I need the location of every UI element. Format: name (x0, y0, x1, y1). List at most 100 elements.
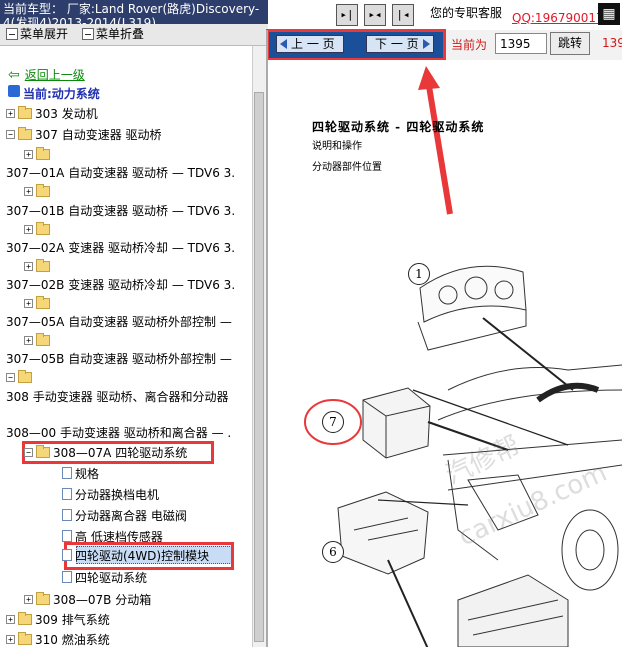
document-icon (62, 509, 72, 521)
tree-node[interactable]: − 307 自动变速器 驱动桥 (6, 125, 162, 143)
tree-node-label: 307—02B 变速器 驱动桥冷却 — TDV6 3. (6, 277, 236, 292)
tree-leaf-selected[interactable]: 四轮驱动(4WD)控制模块 (62, 546, 209, 564)
folder-icon (18, 611, 32, 625)
menu-collapse-label: 菜单折叠 (96, 27, 145, 41)
document-section: 分动器部件位置 (312, 162, 382, 173)
collapse-toggle-icon[interactable]: − (6, 372, 15, 382)
folder-icon (36, 183, 50, 197)
tree-node-label: 310 燃油系统 (35, 632, 110, 647)
tree-node-label: 307—05B 自动变速器 驱动桥外部控制 — (6, 351, 232, 366)
document-title: 四轮驱动系统 - 四轮驱动系统 (312, 120, 485, 134)
tree-node[interactable]: + (24, 331, 50, 349)
tree-node[interactable]: + (24, 220, 50, 238)
support-label: 您的专职客服 (430, 6, 503, 20)
expand-toggle-icon[interactable]: + (6, 634, 15, 644)
expand-toggle-icon[interactable]: + (24, 186, 33, 196)
tree-node[interactable]: + (24, 182, 50, 200)
tree-node-text[interactable]: 307—01A 自动变速器 驱动桥 — TDV6 3. (6, 163, 235, 181)
tree-node-text[interactable]: 307—01B 自动变速器 驱动桥 — TDV6 3. (6, 201, 235, 219)
tree-node-label: 四轮驱动(4WD)控制模块 (75, 548, 210, 563)
tree-node-selected-parent[interactable]: − 308—07A 四轮驱动系统 (24, 443, 187, 461)
current-category-label: 当前:动力系统 (23, 87, 100, 101)
tree-scrollbar-thumb[interactable] (254, 92, 264, 642)
red-arrow-icon (418, 66, 453, 215)
expand-toggle-icon[interactable]: + (24, 224, 33, 234)
tree-leaf[interactable]: 四轮驱动系统 (62, 568, 147, 586)
expand-toggle-icon[interactable]: + (6, 614, 15, 624)
tree-node[interactable]: − (6, 368, 32, 386)
qr-code-icon: ▦ (598, 3, 620, 25)
callout-number: 1 (408, 263, 430, 285)
tree-toolbar: 菜单展开 菜单折叠 (0, 24, 268, 46)
tree-node[interactable]: +303 发动机 (6, 104, 98, 122)
tree-node-text[interactable]: 308—00 手动变速器 驱动桥和离合器 — . (6, 423, 231, 441)
tree-node-label: 分动器离合器 电磁阀 (75, 508, 187, 523)
tree-node-label: 四轮驱动系统 (75, 570, 148, 585)
document-icon (62, 549, 72, 561)
tree-node-label: 308—07A 四轮驱动系统 (53, 445, 188, 460)
tree-node-text[interactable]: 308 手动变速器 驱动桥、离合器和分动器 (6, 387, 229, 405)
tree-node[interactable]: + (24, 257, 50, 275)
tree-node-label: 308—07B 分动箱 (53, 592, 152, 607)
tree-node[interactable]: +308—07B 分动箱 (24, 590, 151, 608)
back-link-label: 返回上一级 (24, 68, 85, 82)
document-icon (62, 571, 72, 583)
back-link[interactable]: ⇦ 返回上一级 (8, 66, 85, 83)
expand-toggle-icon[interactable]: + (24, 594, 33, 604)
folder-open-icon (36, 444, 50, 458)
instrument-cluster-drawing (417, 265, 527, 351)
expand-toggle-icon[interactable]: + (24, 335, 33, 345)
tree-node-text[interactable]: 307—05B 自动变速器 驱动桥外部控制 — (6, 349, 232, 367)
single-page-button[interactable]: ▸| (336, 4, 358, 26)
folder-open-icon (18, 369, 32, 383)
folder-icon (18, 631, 32, 645)
folder-icon (36, 146, 50, 160)
document-icon (62, 530, 72, 542)
callout-number: 6 (322, 541, 344, 563)
tree-leaf[interactable]: 分动器离合器 电磁阀 (62, 506, 187, 524)
tree-node-text[interactable]: 307—02A 变速器 驱动桥冷却 — TDV6 3. (6, 238, 235, 256)
tree-node-label: 307—02A 变速器 驱动桥冷却 — TDV6 3. (6, 240, 236, 255)
collapse-toggle-icon[interactable]: − (6, 129, 15, 139)
current-page-label: 当前为 (451, 38, 488, 52)
page-nav-highlight (266, 29, 446, 61)
tree-node[interactable]: + (24, 145, 50, 163)
expand-toggle-icon[interactable]: + (24, 261, 33, 271)
folder-icon (36, 295, 50, 309)
tree-leaf[interactable]: 分动器换档电机 (62, 485, 159, 503)
tree-node-label: 303 发动机 (35, 106, 98, 121)
qq-link[interactable]: QQ:196790017 (512, 11, 604, 25)
prev-view-button[interactable]: |◂ (392, 4, 414, 26)
callout-number: 7 (322, 411, 344, 433)
tree-node-label: 308—00 手动变速器 驱动桥和离合器 — . (6, 425, 232, 440)
4wd-control-module-drawing (362, 387, 431, 459)
category-icon (8, 85, 20, 97)
current-page-input[interactable] (495, 33, 547, 54)
expand-toggle-icon[interactable]: + (6, 108, 15, 118)
tree-node[interactable]: +309 排气系统 (6, 610, 110, 628)
collapse-toggle-icon[interactable]: − (24, 447, 33, 457)
folder-icon (36, 332, 50, 346)
tree-node[interactable]: + (24, 294, 50, 312)
document-icon (62, 488, 72, 500)
expand-toggle-icon[interactable]: + (24, 298, 33, 308)
folder-icon (18, 105, 32, 119)
document-icon (62, 467, 72, 479)
tree-node-text[interactable]: 307—02B 变速器 驱动桥冷却 — TDV6 3. (6, 275, 235, 293)
folder-icon (36, 258, 50, 272)
tree-node-text[interactable]: 307—05A 自动变速器 驱动桥外部控制 — (6, 312, 232, 330)
view-mode-buttons: ▸| ▸◂ |◂ (336, 4, 414, 26)
document-subtitle: 说明和操作 (312, 141, 362, 152)
fit-width-button[interactable]: ▸◂ (364, 4, 386, 26)
back-arrow-icon: ⇦ (8, 66, 20, 83)
expand-icon (6, 27, 18, 40)
tree-leaf[interactable]: 规格 (62, 464, 99, 482)
menu-expand-button[interactable]: 菜单展开 (6, 25, 68, 42)
menu-expand-label: 菜单展开 (20, 27, 69, 41)
folder-icon (36, 221, 50, 235)
expand-toggle-icon[interactable]: + (24, 149, 33, 159)
menu-collapse-button[interactable]: 菜单折叠 (82, 25, 144, 42)
jump-button[interactable]: 跳转 (550, 32, 590, 55)
tree-node[interactable]: +310 燃油系统 (6, 630, 110, 648)
collapse-icon (82, 27, 94, 40)
